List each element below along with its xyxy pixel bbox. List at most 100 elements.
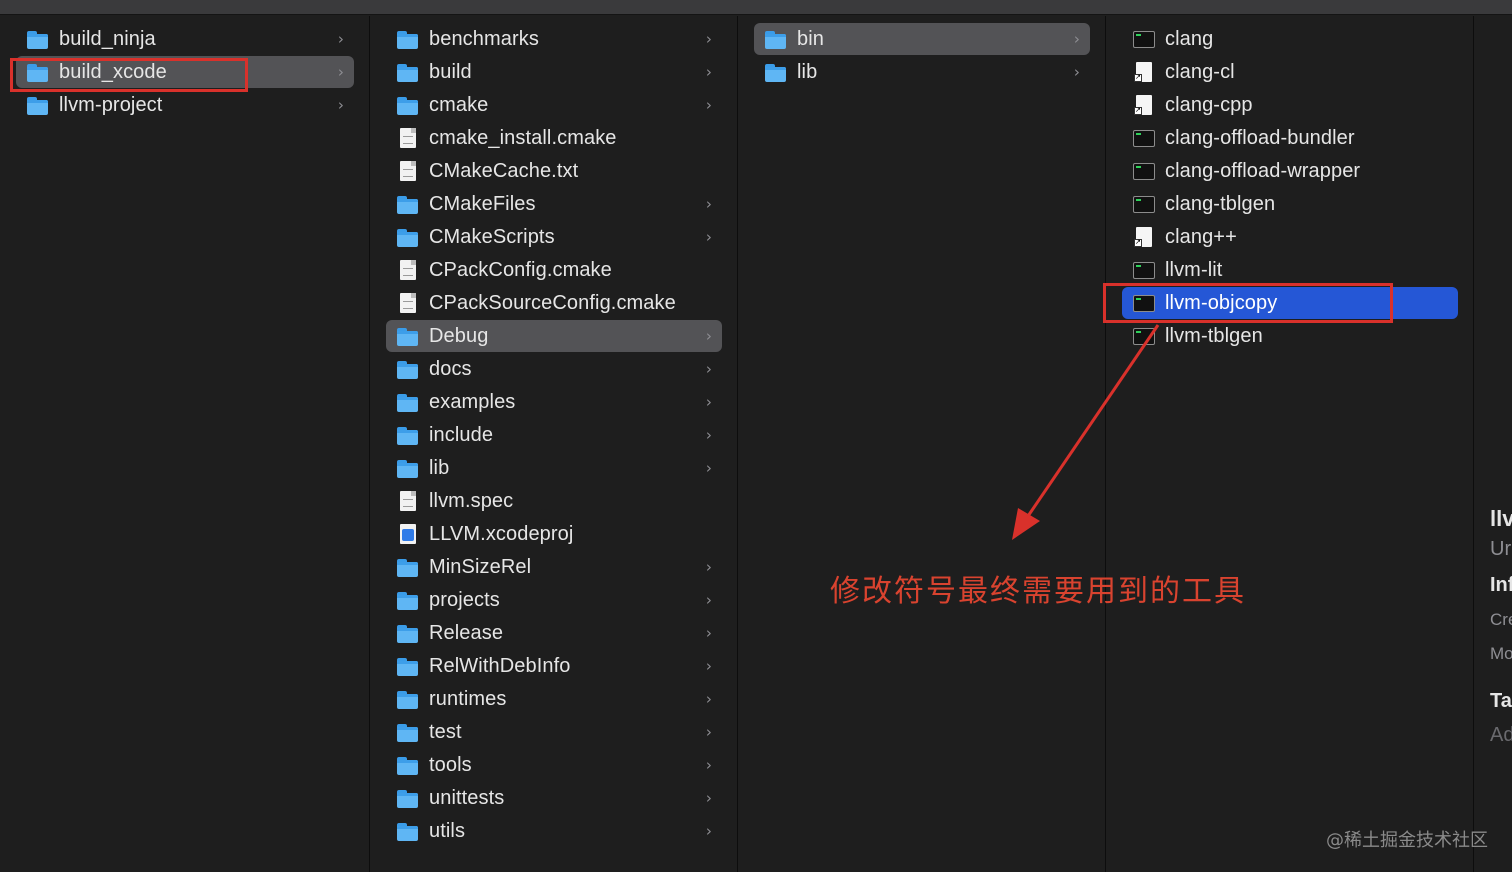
file-name: build_ninja (59, 27, 156, 50)
file-row[interactable]: llvm-tblgen (1122, 320, 1458, 352)
file-row[interactable]: MinSizeRel › (386, 551, 722, 583)
file-row[interactable]: llvm-lit (1122, 254, 1458, 286)
folder-icon (396, 227, 420, 247)
preview-modified-label: Mo (1490, 644, 1512, 663)
file-row[interactable]: include › (386, 419, 722, 451)
xcode-project-icon (396, 524, 420, 544)
file-name: llvm-tblgen (1165, 324, 1263, 347)
file-row[interactable]: examples › (386, 386, 722, 418)
file-row[interactable]: bin › (754, 23, 1090, 55)
preview-add-tags[interactable]: Ad (1490, 724, 1512, 747)
file-row[interactable]: llvm-objcopy (1122, 287, 1458, 319)
chevron-right-icon: › (705, 822, 712, 840)
folder-icon (396, 359, 420, 379)
file-row[interactable]: projects › (386, 584, 722, 616)
window-top-bar (0, 0, 1512, 15)
alias-document-icon: ↗ (1132, 62, 1156, 82)
file-name: CPackConfig.cmake (429, 258, 612, 281)
file-name: projects (429, 588, 500, 611)
annotation-text: 修改符号最终需要用到的工具 (830, 574, 1246, 609)
file-row[interactable]: lib › (754, 56, 1090, 88)
executable-icon (1132, 194, 1156, 214)
file-row[interactable]: ↗ clang-cpp (1122, 89, 1458, 121)
file-row[interactable]: llvm-project › (16, 89, 354, 121)
document-icon (396, 161, 420, 181)
file-name: CMakeCache.txt (429, 159, 579, 182)
file-row[interactable]: clang-offload-wrapper (1122, 155, 1458, 187)
preview-title: llv (1490, 506, 1512, 531)
column-1[interactable]: build_ninja › build_xcode › llvm-project › (0, 16, 370, 872)
executable-icon (1132, 29, 1156, 49)
file-row[interactable]: Debug › (386, 320, 722, 352)
preview-info-heading: Inf (1490, 574, 1512, 596)
chevron-right-icon: › (705, 195, 712, 213)
folder-icon (764, 29, 788, 49)
file-row[interactable]: cmake_install.cmake (386, 122, 722, 154)
file-row[interactable]: lib › (386, 452, 722, 484)
file-row[interactable]: ↗ clang-cl (1122, 56, 1458, 88)
folder-icon (396, 95, 420, 115)
column-4[interactable]: clang ↗ clang-cl ↗ clang-cpp clang-offload-bu… (1106, 16, 1474, 872)
file-row[interactable]: LLVM.xcodeproj (386, 518, 722, 550)
file-row[interactable]: build_ninja › (16, 23, 354, 55)
chevron-right-icon: › (337, 96, 344, 114)
folder-icon (396, 326, 420, 346)
column-2[interactable]: benchmarks › build › cmake › cmake_install.cma… (370, 16, 738, 872)
folder-icon (396, 194, 420, 214)
file-row[interactable]: runtimes › (386, 683, 722, 715)
folder-icon (396, 557, 420, 577)
file-row[interactable]: llvm.spec (386, 485, 722, 517)
file-name: CPackSourceConfig.cmake (429, 291, 676, 314)
file-name: Release (429, 621, 504, 644)
file-name: build_xcode (59, 60, 167, 83)
chevron-right-icon: › (705, 30, 712, 48)
file-name: llvm-lit (1165, 258, 1223, 281)
file-name: MinSizeRel (429, 555, 532, 578)
file-name: clang-offload-bundler (1165, 126, 1355, 149)
chevron-right-icon: › (1073, 63, 1080, 81)
file-name: lib (429, 456, 450, 479)
file-row[interactable]: cmake › (386, 89, 722, 121)
file-row[interactable]: clang-tblgen (1122, 188, 1458, 220)
chevron-right-icon: › (705, 96, 712, 114)
file-row[interactable]: CMakeCache.txt (386, 155, 722, 187)
file-row[interactable]: benchmarks › (386, 23, 722, 55)
file-row[interactable]: test › (386, 716, 722, 748)
file-name: clang-cpp (1165, 93, 1253, 116)
document-icon (396, 260, 420, 280)
file-name: examples (429, 390, 516, 413)
file-row[interactable]: CMakeFiles › (386, 188, 722, 220)
file-name: unittests (429, 786, 505, 809)
file-row[interactable]: build_xcode › (16, 56, 354, 88)
folder-icon (396, 458, 420, 478)
file-row[interactable]: CPackConfig.cmake (386, 254, 722, 286)
file-name: clang++ (1165, 225, 1237, 248)
executable-icon (1132, 326, 1156, 346)
file-row[interactable]: CPackSourceConfig.cmake (386, 287, 722, 319)
chevron-right-icon: › (705, 327, 712, 345)
chevron-right-icon: › (705, 591, 712, 609)
file-name: LLVM.xcodeproj (429, 522, 574, 545)
chevron-right-icon: › (705, 657, 712, 675)
file-name: clang-cl (1165, 60, 1235, 83)
file-name: clang-offload-wrapper (1165, 159, 1361, 182)
file-row[interactable]: CMakeScripts › (386, 221, 722, 253)
file-row[interactable]: docs › (386, 353, 722, 385)
file-row[interactable]: RelWithDebInfo › (386, 650, 722, 682)
file-name: benchmarks (429, 27, 539, 50)
file-row[interactable]: clang-offload-bundler (1122, 122, 1458, 154)
folder-icon (396, 722, 420, 742)
column-3[interactable]: bin › lib › (738, 16, 1106, 872)
file-row[interactable]: tools › (386, 749, 722, 781)
file-name: runtimes (429, 687, 507, 710)
file-row[interactable]: Release › (386, 617, 722, 649)
file-row[interactable]: unittests › (386, 782, 722, 814)
file-row[interactable]: clang (1122, 23, 1458, 55)
document-icon (396, 128, 420, 148)
file-name: cmake (429, 93, 489, 116)
file-row[interactable]: utils › (386, 815, 722, 847)
file-row[interactable]: ↗ clang++ (1122, 221, 1458, 253)
alias-document-icon: ↗ (1132, 227, 1156, 247)
file-row[interactable]: build › (386, 56, 722, 88)
folder-icon (396, 392, 420, 412)
